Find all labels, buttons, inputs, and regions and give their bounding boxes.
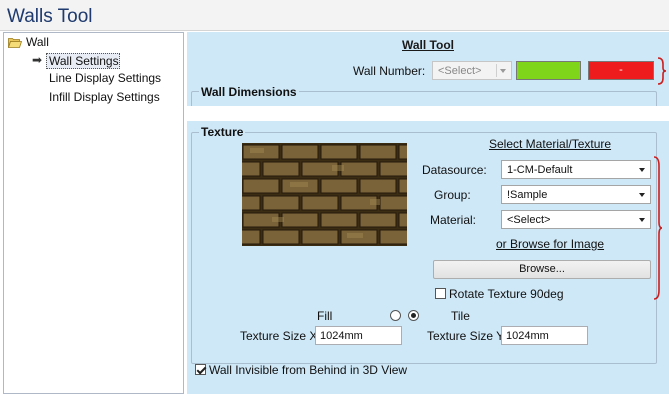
- group-value: !Sample: [507, 189, 548, 201]
- folder-open-icon: [8, 38, 22, 48]
- tree-item-infill-display-settings[interactable]: Infill Display Settings: [49, 90, 160, 104]
- select-material-link[interactable]: Select Material/Texture: [489, 137, 611, 151]
- arrow-right-icon: ➡: [32, 53, 43, 67]
- wall-tool-heading: Wall Tool: [402, 38, 454, 52]
- annotation-brace-top: [657, 57, 667, 85]
- fill-label: Fill: [317, 309, 333, 323]
- texture-size-y-value: 1024mm: [506, 330, 549, 342]
- fill-radio[interactable]: [390, 310, 401, 321]
- browse-button[interactable]: Browse...: [433, 260, 651, 279]
- datasource-label: Datasource:: [422, 163, 487, 177]
- browse-image-link[interactable]: or Browse for Image: [496, 237, 604, 251]
- rotate-texture-checkbox[interactable]: [435, 288, 446, 299]
- rotate-texture-label: Rotate Texture 90deg: [449, 287, 564, 301]
- wall-number-label: Wall Number:: [353, 64, 426, 78]
- tile-radio[interactable]: [408, 310, 419, 321]
- tree-item-line-display-settings[interactable]: Line Display Settings: [49, 71, 161, 85]
- texture-heading: Texture: [199, 125, 246, 139]
- separator-band: [187, 106, 669, 121]
- texture-size-x-input[interactable]: 1024mm: [315, 326, 402, 345]
- tile-label: Tile: [451, 309, 470, 323]
- chevron-down-icon: [639, 193, 645, 197]
- annotation-brace-right: [653, 156, 663, 300]
- wall-number-value: <Select>: [438, 65, 482, 77]
- datasource-value: 1-CM-Default: [507, 164, 573, 176]
- material-select[interactable]: <Select>: [501, 210, 651, 229]
- green-swatch-button[interactable]: [516, 61, 581, 80]
- settings-tree: Wall ➡ Wall Settings Line Display Settin…: [3, 32, 184, 394]
- datasource-select[interactable]: 1-CM-Default: [501, 160, 651, 179]
- browse-button-label: Browse...: [519, 263, 565, 275]
- wall-invisible-checkbox[interactable]: [195, 364, 206, 375]
- chevron-down-icon: [639, 168, 645, 172]
- red-swatch-button[interactable]: -: [588, 61, 654, 80]
- texture-size-x-label: Texture Size X: [240, 329, 318, 343]
- group-select[interactable]: !Sample: [501, 185, 651, 204]
- texture-size-x-value: 1024mm: [320, 330, 363, 342]
- material-value: <Select>: [507, 214, 551, 226]
- group-label: Group:: [434, 188, 471, 202]
- material-label: Material:: [430, 213, 477, 227]
- texture-size-y-input[interactable]: 1024mm: [501, 326, 588, 345]
- main-panel: Wall Tool Wall Number: <Select> - Wall D…: [187, 32, 669, 394]
- wall-invisible-label: Wall Invisible from Behind in 3D View: [209, 363, 408, 377]
- wall-dimensions-heading: Wall Dimensions: [199, 85, 299, 99]
- tree-item-wall-settings[interactable]: Wall Settings: [49, 54, 119, 68]
- texture-preview-image: [242, 143, 407, 246]
- select-separator: [496, 64, 497, 77]
- red-swatch-label: -: [619, 64, 623, 76]
- texture-size-y-label: Texture Size Y: [427, 329, 505, 343]
- wall-number-select[interactable]: <Select>: [432, 61, 512, 80]
- chevron-down-icon: [500, 69, 506, 73]
- tree-root-wall[interactable]: Wall: [26, 35, 49, 49]
- window-title: Walls Tool: [7, 6, 93, 27]
- brick-texture-graphic: [242, 143, 407, 246]
- chevron-down-icon: [639, 218, 645, 222]
- title-bar: Walls Tool: [0, 0, 669, 31]
